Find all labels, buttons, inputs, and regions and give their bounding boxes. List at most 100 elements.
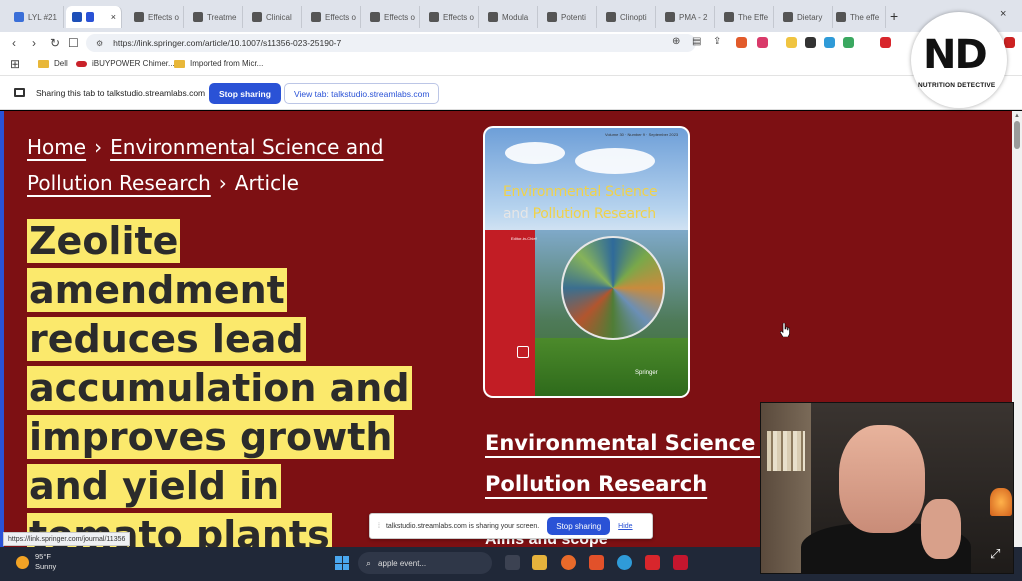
page-icon bbox=[488, 12, 498, 22]
folder-icon bbox=[38, 59, 49, 68]
stop-sharing-button[interactable]: Stop sharing bbox=[209, 83, 281, 104]
webcam-feed bbox=[760, 402, 1014, 574]
extension-icon[interactable] bbox=[843, 37, 854, 48]
link-status-bubble: https://link.springer.com/journal/11356 bbox=[3, 532, 131, 546]
salt-lamp bbox=[990, 488, 1012, 516]
sharing-status-text: Sharing this tab to talkstudio.streamlab… bbox=[36, 88, 206, 98]
scroll-up-icon[interactable]: ▲ bbox=[1014, 113, 1020, 119]
tab-9[interactable]: Modula bbox=[482, 6, 538, 28]
page-icon bbox=[193, 12, 203, 22]
extension-icon[interactable] bbox=[880, 37, 891, 48]
weather-widget[interactable]: 95°F Sunny bbox=[16, 552, 56, 572]
extension-icon[interactable] bbox=[824, 37, 835, 48]
page-icon bbox=[665, 12, 675, 22]
tab-15[interactable]: The effe bbox=[830, 6, 886, 28]
society-seal-icon bbox=[517, 346, 529, 358]
forward-icon[interactable]: › bbox=[32, 36, 36, 50]
acrobat-icon[interactable] bbox=[645, 555, 660, 570]
page-icon bbox=[783, 12, 793, 22]
page-icon bbox=[134, 12, 144, 22]
bookmark-ibuypower[interactable]: iBUYPOWER Chimer... bbox=[76, 59, 175, 68]
breadcrumb-current: Article bbox=[234, 171, 299, 195]
streamlabs-icon bbox=[72, 12, 82, 22]
tab-active[interactable]: × bbox=[66, 6, 122, 28]
extension-icon[interactable] bbox=[805, 37, 816, 48]
weather-temperature: 95°F bbox=[35, 552, 51, 561]
tab-8[interactable]: Effects o bbox=[423, 6, 479, 28]
reload-icon[interactable]: ↻ bbox=[50, 36, 60, 50]
breadcrumb-home-link[interactable]: Home bbox=[27, 135, 86, 159]
apps-icon[interactable]: ⊞ bbox=[10, 57, 20, 71]
presenter bbox=[839, 425, 925, 533]
folder-icon bbox=[174, 59, 185, 68]
page-icon bbox=[252, 12, 262, 22]
tab-12[interactable]: PMA - 2 bbox=[659, 6, 715, 28]
tab-10[interactable]: Potenti bbox=[541, 6, 597, 28]
breadcrumb-separator: › bbox=[94, 135, 103, 159]
expand-icon[interactable]: ⤢ bbox=[990, 546, 1010, 564]
file-explorer-icon[interactable] bbox=[532, 555, 547, 570]
screen-share-icon bbox=[14, 88, 25, 97]
reader-icon[interactable]: ▤ bbox=[692, 36, 701, 47]
notice-stop-sharing-button[interactable]: Stop sharing bbox=[547, 517, 611, 535]
view-tab-button[interactable]: View tab: talkstudio.streamlabs.com bbox=[284, 83, 440, 104]
tab-14[interactable]: Dietary bbox=[777, 6, 833, 28]
drag-handle-icon[interactable]: ⁞ bbox=[378, 523, 380, 530]
taskbar-search[interactable]: ⌕ apple event... bbox=[358, 552, 492, 574]
sharing-indicator-icon bbox=[86, 12, 94, 22]
page-icon bbox=[836, 12, 846, 22]
bookmark-imported[interactable]: Imported from Micr... bbox=[174, 59, 263, 68]
tab-7[interactable]: Effects o bbox=[364, 6, 420, 28]
zoom-icon[interactable]: ⊕ bbox=[672, 36, 680, 47]
brave-icon[interactable] bbox=[589, 555, 604, 570]
search-icon: ⌕ bbox=[366, 557, 372, 568]
extension-icon[interactable] bbox=[757, 37, 768, 48]
back-icon[interactable]: ‹ bbox=[12, 36, 16, 50]
tab-11[interactable]: Clinopti bbox=[600, 6, 656, 28]
close-tab-icon[interactable]: × bbox=[111, 12, 116, 22]
scroll-thumb[interactable] bbox=[1014, 121, 1020, 149]
firefox-icon[interactable] bbox=[561, 555, 576, 570]
new-tab-button[interactable]: + bbox=[890, 8, 898, 24]
hand-cursor-icon bbox=[780, 323, 790, 337]
task-view-icon[interactable] bbox=[505, 555, 520, 570]
start-button[interactable] bbox=[335, 556, 349, 570]
tab-1[interactable]: LYL #21 bbox=[8, 6, 64, 28]
page-icon bbox=[547, 12, 557, 22]
tab-strip: LYL #21 × Effects o Treatme Clinical Eff… bbox=[0, 0, 1022, 32]
tab-6[interactable]: Effects o bbox=[305, 6, 361, 28]
cover-title-line1: Environmental Science bbox=[503, 184, 658, 200]
notice-hide-link[interactable]: Hide bbox=[618, 523, 632, 530]
page-icon bbox=[429, 12, 439, 22]
site-info-icon[interactable]: ⚙ bbox=[96, 39, 103, 48]
menu-icon[interactable] bbox=[1004, 37, 1015, 48]
address-bar[interactable]: ⚙ https://link.springer.com/article/10.1… bbox=[86, 34, 696, 52]
bookmarks-bar: ⊞ Dell iBUYPOWER Chimer... Imported from… bbox=[0, 54, 1022, 76]
page-icon bbox=[370, 12, 380, 22]
extension-icon[interactable] bbox=[786, 37, 797, 48]
bookmark-dell[interactable]: Dell bbox=[38, 59, 68, 68]
share-notice-text: talkstudio.streamlabs.com is sharing you… bbox=[385, 522, 540, 530]
docs-icon bbox=[14, 12, 24, 22]
tab-13[interactable]: The Effe bbox=[718, 6, 774, 28]
tab-3[interactable]: Effects o bbox=[128, 6, 184, 28]
app-icon[interactable] bbox=[673, 555, 688, 570]
breadcrumb: Home › Environmental Science and Pollution… bbox=[27, 129, 407, 201]
bookmark-icon[interactable]: ☐ bbox=[68, 36, 79, 50]
share-icon[interactable]: ⇪ bbox=[713, 36, 721, 47]
breadcrumb-separator: › bbox=[218, 171, 227, 195]
journal-name-link[interactable]: Environmental Science and Pollution Rese… bbox=[485, 423, 807, 505]
brave-icon[interactable] bbox=[736, 37, 747, 48]
tab-sharing-bar: Sharing this tab to talkstudio.streamlab… bbox=[0, 76, 1022, 110]
url-text: https://link.springer.com/article/10.100… bbox=[113, 38, 342, 48]
sun-icon bbox=[16, 555, 29, 569]
telegram-icon[interactable] bbox=[617, 555, 632, 570]
search-text: apple event... bbox=[378, 558, 427, 568]
journal-cover-image[interactable]: Volume 30 · Number 9 · September 2023 En… bbox=[485, 128, 688, 396]
tab-5[interactable]: Clinical bbox=[246, 6, 302, 28]
cover-title-line2: and Pollution Research bbox=[503, 206, 656, 222]
window-close-button[interactable]: × bbox=[1000, 8, 1006, 20]
page-icon bbox=[606, 12, 616, 22]
tab-4[interactable]: Treatme bbox=[187, 6, 243, 28]
cover-issue-info: Volume 30 · Number 9 · September 2023 bbox=[605, 132, 679, 137]
